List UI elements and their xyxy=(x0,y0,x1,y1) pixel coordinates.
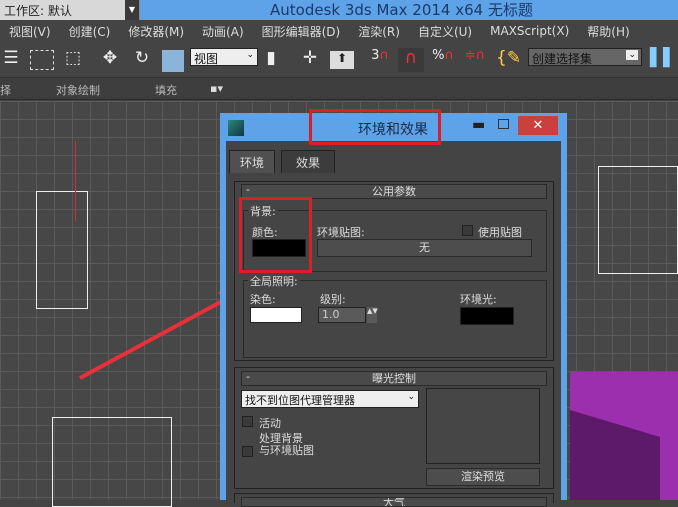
dialog-body: 环境 效果 - 公用参数 背景: 颜色: 环境贴图: 使用贴图 无 全局照明: 染… xyxy=(226,141,561,507)
render-preview-button[interactable]: 渲染预览 xyxy=(426,468,540,486)
rollout-title: 大气 xyxy=(383,497,405,507)
active-checkbox[interactable] xyxy=(242,416,253,427)
atmosphere-rollout: 大气 xyxy=(234,493,554,507)
exposure-type-value: 找不到位图代理管理器 xyxy=(245,394,355,407)
process-background-checkbox[interactable] xyxy=(242,446,253,457)
highlight-background xyxy=(239,197,312,273)
global-lighting-group: 全局照明: 染色: 级别: 1.0 ▲▼ 环境光: xyxy=(243,273,547,358)
rollout-title: 曝光控制 xyxy=(372,372,416,385)
use-map-checkbox[interactable] xyxy=(462,225,473,236)
level-label: 级别: xyxy=(320,293,346,306)
level-input[interactable]: 1.0 xyxy=(318,307,366,323)
exposure-control-rollout: - 曝光控制 找不到位图代理管理器 ⌄ 活动 处理背景 与环境贴图 渲染预览 xyxy=(234,367,554,489)
environment-effects-dialog: 环境和效果 ▬ ✕ 环境 效果 - 公用参数 背景: 颜色: 环境贴图: 使用贴图… xyxy=(220,113,567,507)
maximize-button[interactable] xyxy=(498,119,509,129)
highlight-title xyxy=(309,109,441,145)
use-map-label: 使用贴图 xyxy=(478,226,522,239)
ambient-label: 环境光: xyxy=(460,293,497,306)
tab-effects[interactable]: 效果 xyxy=(281,150,336,173)
level-spinner[interactable]: ▲▼ xyxy=(367,307,378,323)
minimize-button[interactable]: ▬ xyxy=(472,117,485,133)
tint-label: 染色: xyxy=(250,293,276,306)
process-background-label-2: 与环境贴图 xyxy=(259,444,314,457)
tint-color-swatch[interactable] xyxy=(250,307,302,323)
env-map-button[interactable]: 无 xyxy=(317,239,532,257)
exposure-control-header[interactable]: - 曝光控制 xyxy=(241,370,547,386)
arrow-shaft xyxy=(79,296,229,380)
close-button[interactable]: ✕ xyxy=(518,116,558,135)
atmosphere-header[interactable]: 大气 xyxy=(241,497,547,507)
3dsmax-logo-icon xyxy=(228,120,244,136)
ambient-color-swatch[interactable] xyxy=(460,307,514,325)
exposure-preview xyxy=(426,388,540,464)
global-lighting-label: 全局照明: xyxy=(248,273,300,289)
tab-environment[interactable]: 环境 xyxy=(229,150,276,173)
rollout-title: 公用参数 xyxy=(372,185,416,198)
exposure-type-dropdown[interactable]: 找不到位图代理管理器 ⌄ xyxy=(241,390,419,408)
env-map-label: 环境贴图: xyxy=(317,226,365,239)
active-label: 活动 xyxy=(259,417,281,430)
